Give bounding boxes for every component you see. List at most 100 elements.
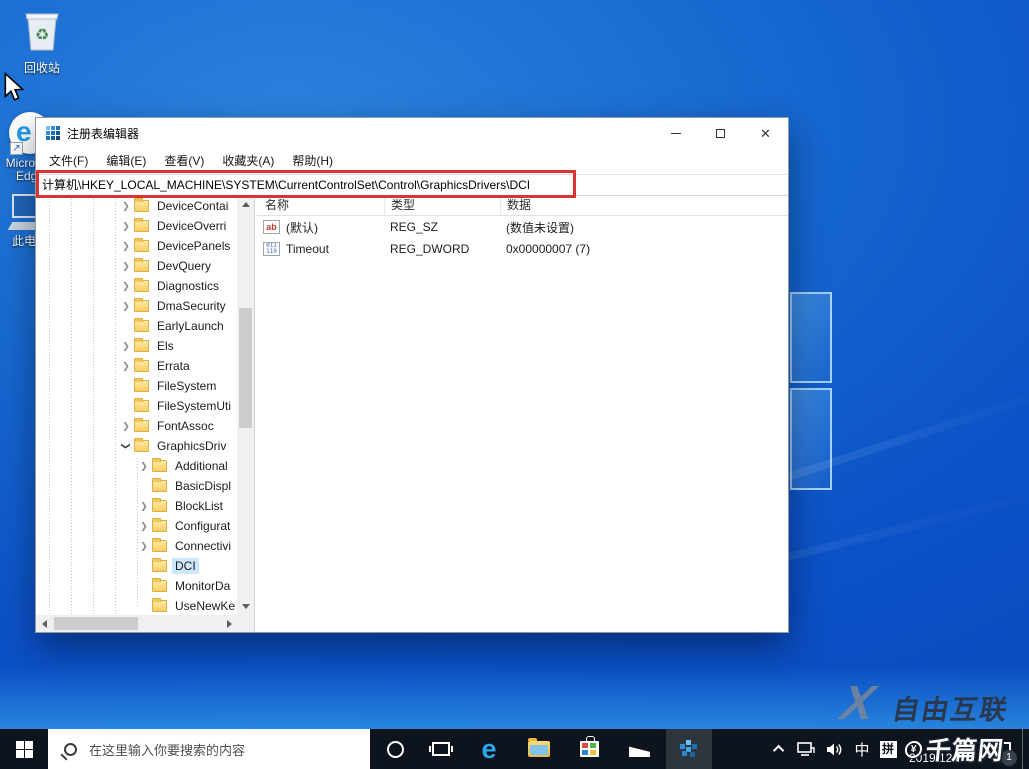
tree-item-label: EarlyLaunch: [154, 318, 227, 334]
search-placeholder: 在这里输入你要搜索的内容: [89, 740, 245, 759]
speaker-icon: [826, 742, 844, 757]
value-row[interactable]: 011110TimeoutREG_DWORD0x00000007 (7): [256, 238, 788, 260]
tree-item[interactable]: ❯ DeviceContai: [36, 196, 238, 216]
tree-guide-line: [49, 196, 50, 615]
scroll-down-button[interactable]: [237, 598, 254, 615]
taskbar: 在这里输入你要搜索的内容 e 中 拼: [0, 729, 1029, 769]
tree-item-label: DCI: [172, 558, 199, 574]
window-body: ❯DeviceContai❯DeviceOverri❯DevicePanels❯…: [36, 196, 788, 632]
taskbar-search-input[interactable]: 在这里输入你要搜索的内容: [48, 729, 370, 769]
tree-guide-line: [115, 196, 116, 615]
column-header-name[interactable]: 名称: [256, 196, 384, 215]
scrollbar-thumb[interactable]: [54, 617, 138, 630]
taskbar-app-cortana[interactable]: [372, 729, 418, 769]
tree-item-label: DevQuery: [154, 258, 214, 274]
scroll-right-button[interactable]: [221, 615, 238, 632]
expand-chevron-icon[interactable]: ❯: [120, 340, 132, 352]
expand-chevron-icon[interactable]: ❯: [138, 460, 150, 472]
expand-chevron-icon[interactable]: ❯: [138, 520, 150, 532]
desktop-icon-recycle-bin[interactable]: ♻ 回收站: [6, 8, 78, 75]
tree-item[interactable]: ❯Diagnostics: [36, 276, 238, 296]
expand-chevron-icon[interactable]: ❯: [120, 420, 132, 432]
tree-item[interactable]: ❯FileSystemUti: [36, 396, 238, 416]
show-desktop-button[interactable]: [1022, 729, 1029, 769]
value-data: 0x00000007 (7): [500, 242, 788, 256]
edge-icon: e: [481, 736, 496, 763]
tree-item-label: DeviceContai: [154, 198, 231, 214]
tray-network[interactable]: [793, 729, 819, 769]
scrollbar-thumb[interactable]: [239, 308, 252, 428]
taskbar-app-file-explorer[interactable]: [516, 729, 562, 769]
expand-chevron-icon[interactable]: ❯: [138, 540, 150, 552]
tree-vertical-scrollbar[interactable]: [237, 196, 254, 615]
close-button[interactable]: ✕: [743, 118, 788, 148]
tray-ime-mode[interactable]: 中: [850, 729, 874, 769]
taskbar-app-task-view[interactable]: [418, 729, 464, 769]
tree-item[interactable]: ❯DeviceOverri: [36, 216, 238, 236]
tray-ime-layout[interactable]: 拼: [876, 729, 900, 769]
tree-item[interactable]: ❯EarlyLaunch: [36, 316, 238, 336]
expand-chevron-icon[interactable]: ❯: [120, 300, 132, 312]
tree-item-label: FontAssoc: [154, 418, 217, 434]
column-header-type[interactable]: 类型: [384, 196, 500, 215]
maximize-button[interactable]: [698, 118, 743, 148]
tree-item-label: Configurat: [172, 518, 233, 534]
value-type: REG_DWORD: [384, 242, 500, 256]
folder-icon: [134, 420, 149, 432]
expand-chevron-icon[interactable]: ❯: [120, 260, 132, 272]
tray-show-hidden-icons[interactable]: [770, 729, 790, 769]
window-title: 注册表编辑器: [67, 125, 139, 142]
annotation-highlight-box: [36, 170, 576, 198]
collapse-chevron-icon[interactable]: ❯: [120, 440, 132, 452]
value-name: (默认): [286, 219, 318, 236]
taskbar-app-registry-editor-active[interactable]: [666, 729, 712, 769]
tree-item-label: Errata: [154, 358, 193, 374]
folder-icon: [134, 400, 149, 412]
dword-value-icon: 011110: [263, 242, 280, 256]
scroll-left-button[interactable]: [36, 615, 53, 632]
tree-item[interactable]: ❯GraphicsDriv: [36, 436, 238, 456]
value-row[interactable]: ab(默认)REG_SZ(数值未设置): [256, 216, 788, 238]
registry-tree-panel: ❯DeviceContai❯DeviceOverri❯DevicePanels❯…: [36, 196, 255, 632]
expand-chevron-icon[interactable]: ❯: [120, 220, 132, 232]
tree-horizontal-scrollbar[interactable]: [36, 615, 238, 632]
column-header-data[interactable]: 数据: [500, 196, 788, 215]
expand-chevron-icon[interactable]: ❯: [120, 200, 132, 212]
chevron-up-icon: [773, 745, 784, 756]
maximize-icon: [716, 129, 725, 138]
start-button[interactable]: [0, 729, 48, 769]
expand-chevron-icon[interactable]: ❯: [120, 240, 132, 252]
tray-volume[interactable]: [822, 729, 848, 769]
taskbar-app-edge[interactable]: e: [466, 729, 512, 769]
tree-item[interactable]: ❯Els: [36, 336, 238, 356]
scroll-up-button[interactable]: [237, 196, 254, 213]
tree-item[interactable]: ❯FileSystem: [36, 376, 238, 396]
folder-icon: [152, 580, 167, 592]
tree-item[interactable]: ❯ DevQuery: [36, 256, 238, 276]
tree-item[interactable]: ❯ DevicePanels: [36, 236, 238, 256]
tree-item-label: DevicePanels: [154, 238, 233, 254]
minimize-button[interactable]: [653, 118, 698, 148]
expand-chevron-icon[interactable]: ❯: [138, 500, 150, 512]
folder-icon: [134, 340, 149, 352]
expand-chevron-icon[interactable]: ❯: [120, 280, 132, 292]
folder-icon: [152, 460, 167, 472]
tree-item-label: BasicDispl: [172, 478, 234, 494]
folder-icon: [152, 540, 167, 552]
folder-icon: [134, 360, 149, 372]
folder-icon: [152, 520, 167, 532]
folder-icon: [134, 440, 149, 452]
search-icon: [64, 743, 77, 756]
title-bar[interactable]: 注册表编辑器 ✕: [36, 118, 788, 148]
tree-item[interactable]: ❯DmaSecurity: [36, 296, 238, 316]
tree-item-label: MonitorDa: [172, 578, 233, 594]
tree-item-label: Additional: [172, 458, 231, 474]
taskbar-app-mail[interactable]: [616, 729, 662, 769]
tree-item-label: Connectivi: [172, 538, 234, 554]
expand-chevron-icon[interactable]: ❯: [120, 360, 132, 372]
taskbar-app-store[interactable]: [566, 729, 612, 769]
folder-icon: [134, 380, 149, 392]
file-explorer-icon: [528, 741, 550, 757]
tree-item[interactable]: ❯ FontAssoc: [36, 416, 238, 436]
tree-item[interactable]: ❯ Errata: [36, 356, 238, 376]
